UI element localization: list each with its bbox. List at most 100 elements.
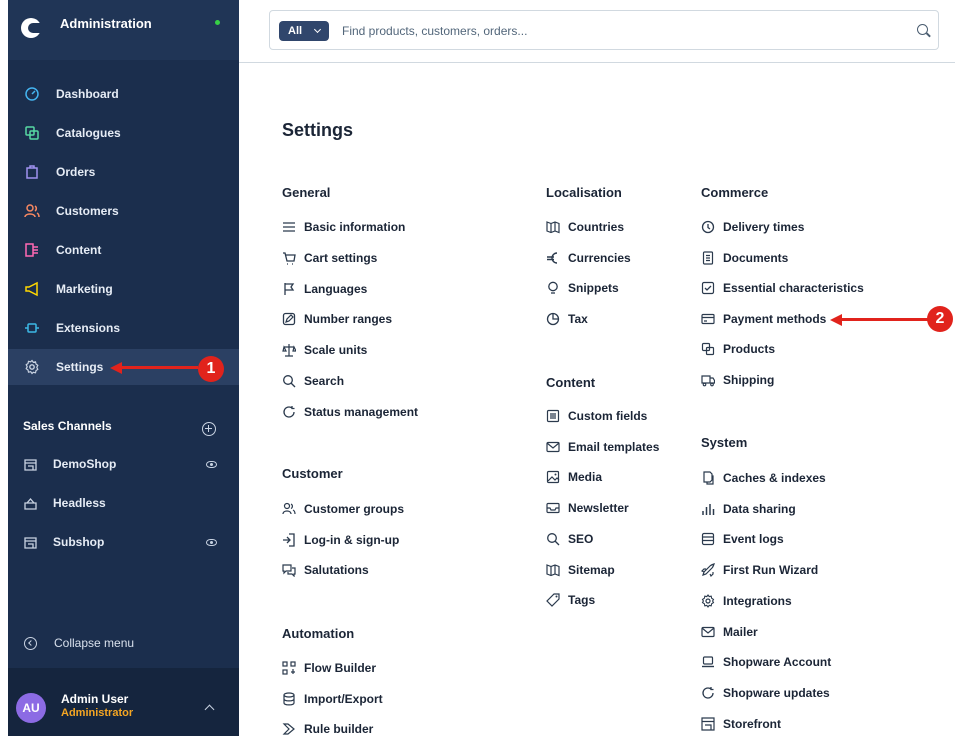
settings-item-label: Basic information — [304, 220, 406, 234]
sidebar-item-label: Content — [56, 243, 102, 257]
eye-icon[interactable] — [206, 460, 217, 468]
content-icon — [24, 242, 40, 258]
settings-item-label: Products — [723, 342, 776, 356]
settings-item-custom-fields[interactable]: Custom fields — [546, 406, 736, 426]
sidebar-item-orders[interactable]: Orders — [8, 154, 239, 190]
collapse-menu-button[interactable]: Collapse menu — [8, 630, 239, 656]
status-dot-icon — [215, 20, 220, 25]
settings-item-label: Caches & indexes — [723, 471, 826, 485]
settings-item-scale-units[interactable]: Scale units — [282, 340, 472, 360]
settings-item-number-ranges[interactable]: Number ranges — [282, 309, 472, 329]
sales-channel-label: DemoShop — [53, 457, 117, 471]
settings-item-label: Shopware updates — [723, 686, 830, 700]
group-title-customer: Customer — [282, 466, 343, 481]
gear-icon — [701, 594, 715, 608]
search-icon — [546, 532, 560, 546]
settings-item-delivery-times[interactable]: Delivery times — [701, 217, 891, 237]
rule-icon — [282, 722, 296, 736]
users-icon — [282, 502, 296, 516]
settings-item-label: Tax — [568, 312, 588, 326]
settings-item-storefront[interactable]: Storefront — [701, 714, 891, 734]
settings-item-label: Languages — [304, 282, 368, 296]
flag-icon — [282, 282, 296, 296]
settings-item-status-management[interactable]: Status management — [282, 402, 472, 422]
settings-item-basic-information[interactable]: Basic information — [282, 217, 472, 237]
group-title-content: Content — [546, 375, 596, 390]
cache-icon — [701, 471, 715, 485]
truck-icon — [701, 373, 716, 387]
settings-item-languages[interactable]: Languages — [282, 279, 472, 299]
settings-item-shopware-updates[interactable]: Shopware updates — [701, 683, 891, 703]
settings-item-label: Delivery times — [723, 220, 805, 234]
pie-chart-icon — [546, 312, 560, 326]
catalogues-icon — [24, 125, 40, 141]
settings-item-label: Customer groups — [304, 502, 405, 516]
settings-item-label: Status management — [304, 405, 419, 419]
sales-channel-item[interactable]: DemoShop — [8, 449, 239, 479]
settings-item-shopware-account[interactable]: Shopware Account — [701, 652, 891, 672]
inbox-icon — [546, 501, 560, 515]
user-profile[interactable]: AU Admin User Administrator — [8, 668, 239, 736]
settings-item-caches-indexes[interactable]: Caches & indexes — [701, 468, 891, 488]
eye-icon[interactable] — [206, 538, 217, 546]
sidebar-item-label: Settings — [56, 360, 104, 374]
sales-channel-label: Headless — [53, 496, 106, 510]
settings-item-label: Snippets — [568, 281, 619, 295]
search-scope-label: All — [288, 25, 303, 37]
avatar: AU — [16, 693, 46, 723]
sidebar-item-label: Dashboard — [56, 87, 119, 101]
settings-item-documents[interactable]: Documents — [701, 248, 891, 268]
settings-item-log-in-sign-up[interactable]: Log-in & sign-up — [282, 530, 472, 550]
chevron-up-icon[interactable] — [204, 704, 215, 715]
mail-icon — [701, 625, 715, 639]
settings-item-salutations[interactable]: Salutations — [282, 560, 472, 580]
cart-icon — [282, 251, 296, 265]
settings-item-search[interactable]: Search — [282, 371, 472, 391]
search-input[interactable] — [342, 21, 882, 41]
sidebar-item-content[interactable]: Content — [8, 232, 239, 268]
settings-item-email-templates[interactable]: Email templates — [546, 437, 736, 457]
settings-item-cart-settings[interactable]: Cart settings — [282, 248, 472, 268]
settings-item-essential-characteristics[interactable]: Essential characteristics — [701, 278, 891, 298]
sidebar-item-label: Orders — [56, 165, 96, 179]
tag-icon — [546, 593, 560, 607]
settings-item-flow-builder[interactable]: Flow Builder — [282, 658, 472, 678]
search-scope-dropdown[interactable]: All — [279, 21, 329, 41]
settings-item-data-sharing[interactable]: Data sharing — [701, 499, 891, 519]
add-sales-channel-icon[interactable] — [202, 422, 216, 436]
settings-item-label: Shipping — [723, 373, 775, 387]
settings-item-shipping[interactable]: Shipping — [701, 370, 891, 390]
sidebar-item-catalogues[interactable]: Catalogues — [8, 115, 239, 151]
settings-item-label: Sitemap — [568, 563, 615, 577]
database-icon — [282, 692, 296, 706]
settings-item-first-run-wizard[interactable]: First Run Wizard — [700, 560, 891, 580]
map-icon — [546, 563, 560, 577]
settings-item-import-export[interactable]: Import/Export — [282, 689, 472, 709]
clock-icon — [701, 220, 715, 234]
shopware-logo-icon[interactable] — [21, 18, 41, 38]
settings-item-integrations[interactable]: Integrations — [701, 591, 891, 611]
settings-item-customer-groups[interactable]: Customer groups — [282, 499, 472, 519]
sidebar-item-marketing[interactable]: Marketing — [8, 271, 239, 307]
flow-icon — [282, 661, 296, 675]
scale-icon — [282, 343, 297, 357]
settings-item-rule-builder[interactable]: Rule builder — [282, 719, 472, 736]
credit-card-icon — [701, 312, 715, 326]
group-title-localisation: Localisation — [546, 185, 622, 200]
settings-item-label: Rule builder — [304, 722, 374, 736]
settings-item-products[interactable]: Products — [701, 339, 891, 359]
settings-item-label: Log-in & sign-up — [304, 533, 400, 547]
sales-channel-item[interactable]: Subshop — [8, 527, 239, 557]
login-icon — [282, 533, 296, 547]
sales-channel-item[interactable]: Headless — [8, 488, 239, 518]
search-icon[interactable] — [917, 24, 928, 35]
sidebar-item-extensions[interactable]: Extensions — [8, 310, 239, 346]
settings-item-label: Essential characteristics — [723, 281, 864, 295]
settings-item-label: Shopware Account — [723, 655, 832, 669]
settings-item-label: Payment methods — [723, 312, 827, 326]
orders-icon — [24, 164, 40, 180]
settings-item-event-logs[interactable]: Event logs — [701, 529, 891, 549]
settings-item-mailer[interactable]: Mailer — [701, 622, 891, 642]
sidebar-item-customers[interactable]: Customers — [8, 193, 239, 229]
sidebar-item-dashboard[interactable]: Dashboard — [8, 76, 239, 112]
